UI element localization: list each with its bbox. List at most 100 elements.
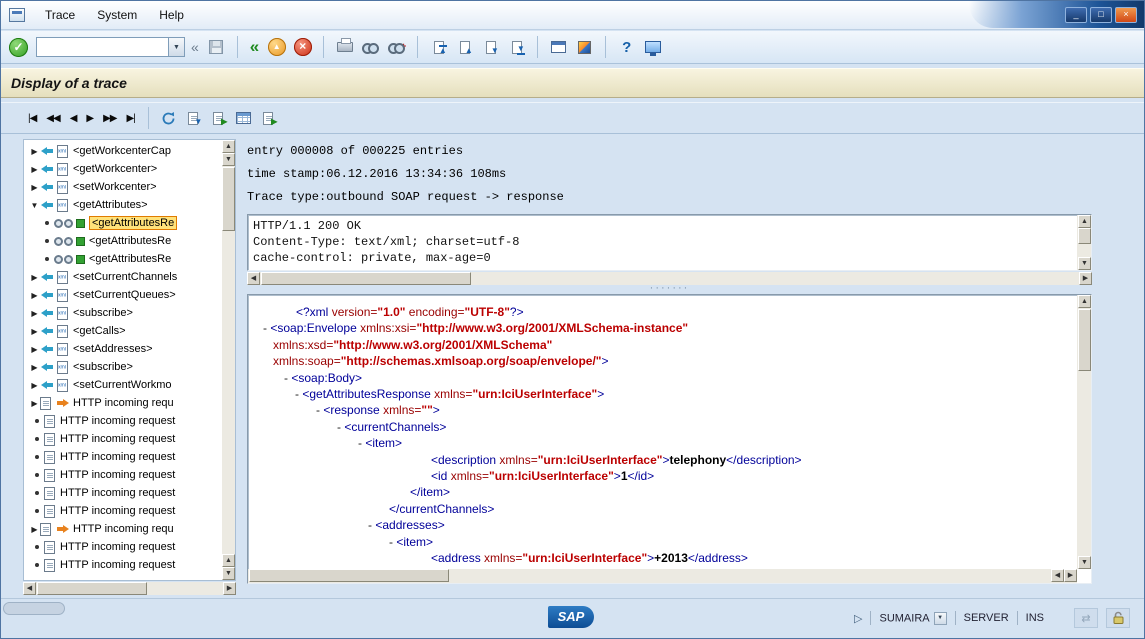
tree-item[interactable]: ▶<setWorkcenter> [24,178,222,196]
splitter-handle[interactable]: ······· [247,285,1092,294]
collapse-command-field-icon[interactable]: « [188,39,202,55]
expand-icon[interactable]: ▶ [29,165,40,174]
menu-system[interactable]: System [95,6,139,24]
first-entry-icon[interactable]: |◀ [23,110,41,127]
scroll-right-icon[interactable]: ▶ [223,582,236,595]
tree-item[interactable]: HTTP incoming request [24,412,222,430]
tree-item[interactable]: ▶<setCurrentChannels [24,268,222,286]
tree-item[interactable]: ▶<setAddresses> [24,340,222,358]
system-field[interactable]: SUMAIRA▼ [879,612,946,625]
save-local-file-button[interactable]: ▼ [182,107,205,129]
tree-item[interactable]: ▶<getWorkcenter> [24,160,222,178]
scroll-left-icon[interactable]: ◀ [23,582,36,595]
performance-icon[interactable]: ▷ [854,612,862,625]
expand-icon[interactable]: ▶ [29,399,40,408]
tree-vscrollbar[interactable]: ▲ ▼ ▲ ▼ [222,140,235,580]
tree-item[interactable]: ▶HTTP incoming requ [24,394,222,412]
new-session-button[interactable] [547,36,570,58]
scroll-down-icon[interactable]: ▼ [222,153,235,166]
xml-vscrollbar[interactable]: ▲ ▼ [1077,295,1091,569]
scroll-thumb[interactable] [37,582,147,595]
scroll-up-icon[interactable]: ▲ [1078,215,1091,228]
tree-item[interactable]: HTTP incoming request [24,430,222,448]
expand-icon[interactable]: ▶ [29,147,40,156]
menu-trace[interactable]: Trace [43,6,77,24]
next-entry-icon[interactable]: ▶ [81,110,98,127]
save-button[interactable] [205,36,228,58]
scroll-left-icon[interactable]: ◀ [1051,569,1064,582]
find-button[interactable] [359,36,382,58]
menu-help[interactable]: Help [157,6,186,24]
tree-item[interactable]: ▶<subscribe> [24,304,222,322]
scroll-forward-icon[interactable]: ▶▶ [98,110,121,127]
expand-icon[interactable]: ▶ [29,291,40,300]
scroll-back-icon[interactable]: ◀◀ [41,110,64,127]
command-dropdown-icon[interactable]: ▼ [168,37,185,57]
tree-item[interactable]: <getAttributesRe [24,250,222,268]
help-button[interactable]: ? [615,36,638,58]
export-trace-button[interactable]: ▶ [257,107,280,129]
page-down-button[interactable]: ▼ [479,36,502,58]
tree-item[interactable]: ▶<getWorkcenterCap [24,142,222,160]
tree-item[interactable]: HTTP incoming request [24,556,222,574]
expand-icon[interactable]: ▶ [29,273,40,282]
exit-button[interactable]: ▲ [265,36,288,58]
scroll-left-icon[interactable]: ◀ [247,272,260,285]
enter-icon[interactable]: ✓ [9,38,28,57]
scroll-thumb[interactable] [1078,228,1091,244]
http-header-box[interactable]: HTTP/1.1 200 OKContent-Type: text/xml; c… [247,214,1092,271]
last-entry-icon[interactable]: ▶| [121,110,139,127]
tree-item[interactable]: ▶<setCurrentWorkmo [24,376,222,394]
expand-icon[interactable]: ▶ [29,327,40,336]
display-entry-button[interactable]: ▶ [207,107,230,129]
tree-item[interactable]: ▶<subscribe> [24,358,222,376]
lock-box[interactable] [1106,608,1130,628]
last-page-button[interactable]: ▼ [505,36,528,58]
back-icon[interactable]: « [247,37,262,57]
app-window-icon[interactable] [9,8,25,22]
tree-item[interactable]: HTTP incoming request [24,448,222,466]
scroll-thumb[interactable] [222,167,235,231]
customize-layout-button[interactable] [641,36,664,58]
scroll-thumb[interactable] [261,272,471,285]
tree-item[interactable]: ▶<getCalls> [24,322,222,340]
table-view-button[interactable] [232,107,255,129]
scroll-down-icon[interactable]: ▼ [1078,257,1091,270]
first-page-button[interactable]: ▲ [427,36,450,58]
tree-item[interactable]: HTTP incoming request [24,538,222,556]
scroll-up-icon[interactable]: ▲ [222,554,235,567]
print-button[interactable] [333,36,356,58]
http-vscrollbar[interactable]: ▲ ▼ [1077,215,1091,270]
refresh-button[interactable] [157,107,180,129]
tree-item[interactable]: HTTP incoming request [24,502,222,520]
scroll-right-icon[interactable]: ▶ [1064,569,1077,582]
scroll-thumb[interactable] [1078,309,1091,371]
xml-hscrollbar[interactable]: ◀ ▶ [248,569,1077,583]
scroll-up-icon[interactable]: ▲ [222,140,235,153]
command-input[interactable] [36,37,168,57]
expand-icon[interactable]: ▶ [29,381,40,390]
tree-item[interactable]: ▶HTTP incoming requ [24,520,222,538]
tree-item[interactable]: ▼<getAttributes> [24,196,222,214]
previous-entry-icon[interactable]: ◀ [65,110,82,127]
status-message-field[interactable] [3,602,65,615]
tree-item[interactable]: ▶<setCurrentQueues> [24,286,222,304]
scroll-up-icon[interactable]: ▲ [1078,295,1091,308]
create-shortcut-button[interactable] [573,36,596,58]
expand-icon[interactable]: ▶ [29,345,40,354]
tree-item[interactable]: HTTP incoming request [24,484,222,502]
expand-icon[interactable]: ▶ [29,183,40,192]
collapse-icon[interactable]: ▼ [29,201,40,210]
expand-icon[interactable]: ▶ [29,525,40,534]
restore-button[interactable]: □ [1090,7,1112,23]
tree-item[interactable]: HTTP incoming request [24,466,222,484]
close-button[interactable]: × [1115,7,1137,23]
tree-hscrollbar[interactable]: ◀ ▶ [23,582,236,595]
scroll-thumb[interactable] [249,569,449,582]
tree-item[interactable]: <getAttributesRe [24,214,222,232]
scroll-down-icon[interactable]: ▼ [1078,556,1091,569]
expand-icon[interactable]: ▶ [29,309,40,318]
system-dropdown-icon[interactable]: ▼ [934,612,947,625]
minimize-button[interactable]: _ [1065,7,1087,23]
page-up-button[interactable]: ▲ [453,36,476,58]
